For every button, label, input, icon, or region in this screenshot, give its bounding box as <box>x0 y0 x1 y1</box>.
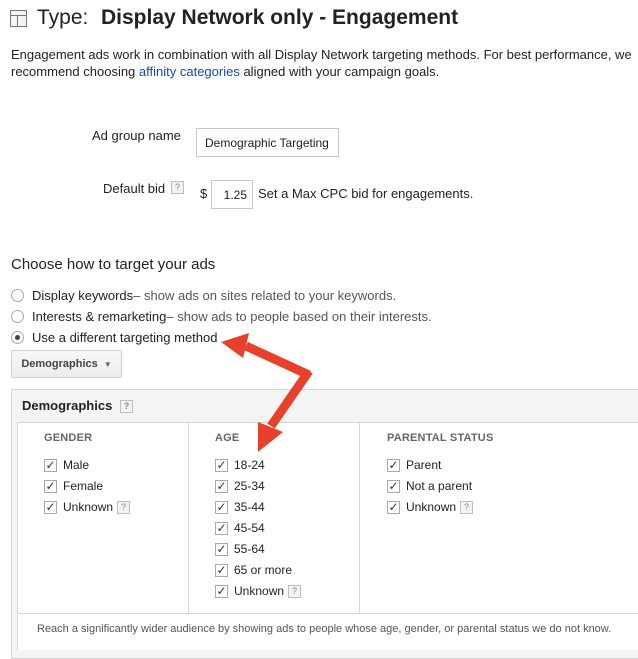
checkbox-label: Not a parent <box>406 479 473 493</box>
radio-label: Interests & remarketing <box>32 309 167 324</box>
checkbox-not-a-parent[interactable]: ✓ Not a parent <box>387 479 472 493</box>
checkbox-label: 18-24 <box>234 458 265 472</box>
demographics-title-text: Demographics <box>22 398 113 413</box>
checkbox-age-55-64[interactable]: ✓ 55-64 <box>215 542 265 556</box>
description-text-end: aligned with your campaign goals. <box>239 64 440 79</box>
gender-unknown-help-icon[interactable]: ? <box>117 500 131 514</box>
default-bid-input[interactable]: 1.25 <box>211 180 253 209</box>
checkbox-label: Male <box>63 458 90 472</box>
ad-group-name-value: Demographic Targeting <box>205 135 329 150</box>
check-icon[interactable]: ✓ <box>215 542 228 556</box>
dropdown-label: Demographics <box>21 358 98 370</box>
radio-description: – show ads on sites related to your keyw… <box>133 288 397 303</box>
checkbox-age-unknown[interactable]: ✓ Unknown? <box>215 584 302 598</box>
radio-button[interactable] <box>11 289 24 302</box>
ad-group-name-input[interactable]: Demographic Targeting <box>196 128 339 157</box>
targeting-method-dropdown[interactable]: Demographics ▼ <box>11 350 122 378</box>
check-icon[interactable]: ✓ <box>215 479 228 493</box>
radio-button-selected[interactable] <box>11 331 24 344</box>
checkbox-parental-unknown[interactable]: ✓ Unknown? <box>387 500 474 514</box>
check-icon[interactable]: ✓ <box>44 458 57 472</box>
radio-different-method[interactable]: Use a different targeting method <box>11 330 218 345</box>
campaign-type-title: Display Network only - Engagement <box>101 6 459 29</box>
default-bid-label: Default bid <box>103 181 166 196</box>
checkbox-age-18-24[interactable]: ✓ 18-24 <box>215 458 265 472</box>
description: Engagement ads work in combination with … <box>11 46 636 80</box>
chevron-down-icon: ▼ <box>103 359 112 369</box>
default-bid-hint: Set a Max CPC bid for engagements. <box>258 186 474 201</box>
checkbox-label: 25-34 <box>234 479 265 493</box>
radio-button[interactable] <box>11 310 24 323</box>
checkbox-gender-male[interactable]: ✓ Male <box>44 458 89 472</box>
check-icon[interactable]: ✓ <box>387 458 400 472</box>
radio-description: – show ads to people based on their inte… <box>166 309 432 324</box>
checkbox-label: Unknown <box>406 500 457 514</box>
checkbox-label: 45-54 <box>234 521 265 535</box>
check-icon[interactable]: ✓ <box>215 521 228 535</box>
targeting-section-title: Choose how to target your ads <box>11 256 216 273</box>
column-divider <box>188 422 189 614</box>
checkbox-label: 55-64 <box>234 542 265 556</box>
checkbox-label: 65 or more <box>234 563 293 577</box>
age-unknown-help-icon[interactable]: ? <box>288 584 302 598</box>
demographics-help-icon[interactable]: ? <box>119 400 133 413</box>
checkbox-label: Parent <box>406 458 442 472</box>
check-icon[interactable]: ✓ <box>215 584 228 598</box>
ad-group-name-label: Ad group name <box>92 128 181 143</box>
check-icon[interactable]: ✓ <box>215 458 228 472</box>
age-heading: AGE <box>215 432 240 444</box>
default-bid-value: 1.25 <box>223 187 247 202</box>
checkbox-age-65-plus[interactable]: ✓ 65 or more <box>215 563 292 577</box>
unknown-audience-note: Reach a significantly wider audience by … <box>37 623 612 635</box>
checkbox-gender-female[interactable]: ✓ Female <box>44 479 103 493</box>
check-icon[interactable]: ✓ <box>44 479 57 493</box>
radio-label: Display keywords <box>32 288 134 303</box>
checkbox-label: Unknown <box>234 584 285 598</box>
check-icon[interactable]: ✓ <box>387 479 400 493</box>
radio-interests-remarketing[interactable]: Interests & remarketing – show ads to pe… <box>11 309 432 324</box>
checkbox-label: Female <box>63 479 104 493</box>
column-divider <box>359 422 360 614</box>
radio-label: Use a different targeting method <box>32 330 218 345</box>
checkbox-parent[interactable]: ✓ Parent <box>387 458 441 472</box>
check-icon[interactable]: ✓ <box>387 500 400 514</box>
checkbox-gender-unknown[interactable]: ✓ Unknown? <box>44 500 131 514</box>
parental-unknown-help-icon[interactable]: ? <box>460 500 474 514</box>
default-bid-help-icon[interactable]: ? <box>171 181 184 194</box>
checkbox-label: Unknown <box>63 500 114 514</box>
demographics-title: Demographics ? <box>22 398 133 413</box>
checkbox-label: 35-44 <box>234 500 265 514</box>
radio-display-keywords[interactable]: Display keywords – show ads on sites rel… <box>11 288 396 303</box>
gender-heading: GENDER <box>44 432 93 444</box>
check-icon[interactable]: ✓ <box>44 500 57 514</box>
type-label: Type: <box>37 6 89 29</box>
check-icon[interactable]: ✓ <box>215 563 228 577</box>
layout-icon <box>10 10 27 27</box>
check-icon[interactable]: ✓ <box>215 500 228 514</box>
demographics-columns <box>17 422 638 614</box>
currency-symbol: $ <box>200 186 208 201</box>
affinity-categories-link[interactable]: affinity categories <box>139 64 240 79</box>
checkbox-age-25-34[interactable]: ✓ 25-34 <box>215 479 265 493</box>
checkbox-age-35-44[interactable]: ✓ 35-44 <box>215 500 265 514</box>
checkbox-age-45-54[interactable]: ✓ 45-54 <box>215 521 265 535</box>
parental-status-heading: PARENTAL STATUS <box>387 432 494 444</box>
